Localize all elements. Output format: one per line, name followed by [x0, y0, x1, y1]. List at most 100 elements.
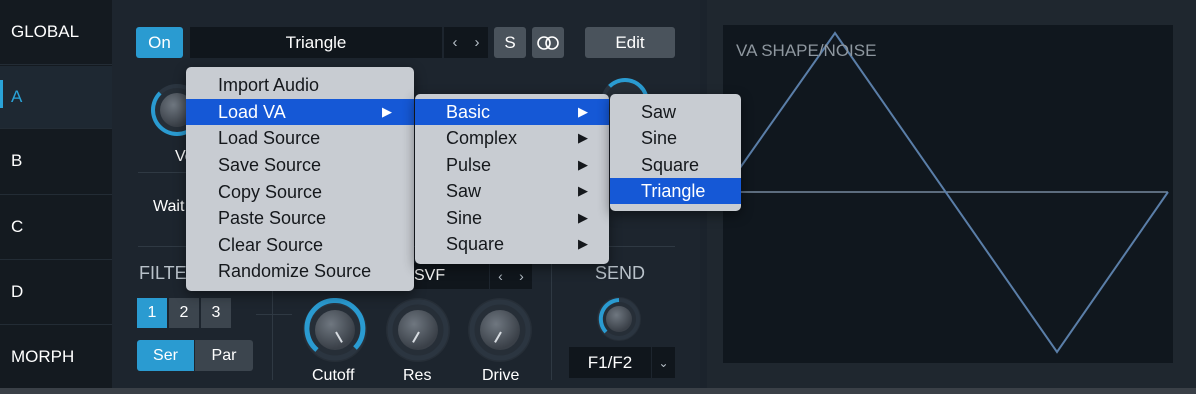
basic-submenu: Saw Sine Square Triangle	[610, 94, 741, 211]
filter-type-field[interactable]: SVF	[414, 263, 489, 289]
menu-item-label: Clear Source	[218, 234, 324, 255]
menu-item-square[interactable]: Square ▶	[415, 231, 609, 257]
menu-item-randomize-source[interactable]: Randomize Source	[186, 258, 414, 284]
sidebar-item-label: MORPH	[11, 347, 75, 366]
menu-item-label: Paste Source	[218, 207, 327, 228]
sidebar-item-c[interactable]: C	[0, 196, 112, 258]
on-button[interactable]: On	[136, 27, 183, 58]
submenu-arrow-icon: ▶	[578, 236, 588, 251]
menu-item-copy-source[interactable]: Copy Source	[186, 179, 414, 205]
menu-item-label: Triangle	[641, 180, 706, 201]
menu-item-paste-source[interactable]: Paste Source	[186, 205, 414, 231]
res-knob[interactable]	[386, 298, 450, 362]
divider	[138, 172, 188, 173]
linked-circles-icon	[537, 35, 559, 50]
cutoff-label: Cutoff	[312, 367, 355, 384]
waveform-graph	[723, 31, 1169, 354]
menu-item-load-source[interactable]: Load Source	[186, 125, 414, 151]
submenu-arrow-icon: ▶	[578, 157, 588, 172]
menu-item-label: Load VA	[218, 101, 286, 122]
menu-item-pulse[interactable]: Pulse ▶	[415, 152, 609, 178]
source-context-menu: Import Audio Load VA ▶ Load Source Save S…	[186, 67, 414, 291]
menu-item-basic-saw[interactable]: Saw	[610, 99, 741, 125]
drive-label: Drive	[482, 367, 520, 384]
divider	[0, 64, 112, 65]
menu-item-basic-sine[interactable]: Sine	[610, 125, 741, 151]
drive-knob[interactable]	[468, 298, 532, 362]
divider	[551, 262, 552, 380]
knob-cap	[480, 310, 520, 350]
edit-button[interactable]: Edit	[585, 27, 675, 58]
menu-item-sine[interactable]: Sine ▶	[415, 205, 609, 231]
divider	[0, 128, 112, 129]
send-target-field[interactable]: F1/F2	[569, 347, 651, 378]
menu-item-label: Complex	[446, 127, 518, 148]
menu-item-saw[interactable]: Saw ▶	[415, 178, 609, 204]
chevron-down-icon[interactable]: ⌄	[652, 347, 675, 378]
knob-cap	[398, 310, 438, 350]
filter-type-nav: ‹ ›	[490, 263, 532, 289]
solo-button[interactable]: S	[494, 27, 526, 58]
res-label: Res	[403, 367, 432, 384]
sidebar-item-d[interactable]: D	[0, 261, 112, 323]
display-title: VA SHAPE/NOISE	[736, 41, 877, 60]
menu-item-label: Sine	[446, 207, 483, 228]
source-name-field[interactable]: Triangle	[190, 27, 442, 58]
cutoff-knob[interactable]	[303, 298, 367, 362]
link-button[interactable]	[532, 27, 564, 58]
menu-item-load-va[interactable]: Load VA ▶	[186, 99, 414, 125]
divider	[0, 259, 112, 260]
sidebar-item-label: B	[11, 151, 23, 170]
prev-icon[interactable]: ‹	[498, 268, 503, 284]
bottom-bar	[0, 388, 1196, 394]
layer-sidebar: GLOBAL A B C D MORPH	[0, 0, 112, 394]
menu-item-label: Sine	[641, 127, 678, 148]
sidebar-item-global[interactable]: GLOBAL	[0, 0, 112, 64]
sidebar-item-label: A	[11, 87, 23, 106]
serial-routing-button[interactable]: Ser	[137, 340, 194, 371]
send-title: SEND	[595, 263, 646, 283]
sidebar-item-a[interactable]: A	[0, 66, 112, 128]
wait-label: Wait	[153, 198, 185, 215]
filter-title: FILTE	[139, 263, 187, 283]
sidebar-item-b[interactable]: B	[0, 130, 112, 192]
sidebar-item-label: C	[11, 217, 24, 236]
parallel-routing-button[interactable]: Par	[195, 340, 253, 371]
prev-icon[interactable]: ‹	[453, 34, 458, 51]
menu-item-label: Copy Source	[218, 181, 323, 202]
filter-1-button[interactable]: 1	[137, 298, 167, 328]
submenu-arrow-icon: ▶	[382, 104, 392, 119]
menu-item-label: Save Source	[218, 154, 322, 175]
menu-item-label: Square	[446, 233, 505, 254]
menu-item-label: Square	[641, 154, 700, 175]
menu-item-basic-triangle[interactable]: Triangle	[610, 178, 741, 204]
knob-cap	[315, 310, 355, 350]
menu-item-basic-square[interactable]: Square	[610, 152, 741, 178]
menu-item-label: Saw	[446, 180, 482, 201]
menu-item-save-source[interactable]: Save Source	[186, 152, 414, 178]
filter-2-button[interactable]: 2	[169, 298, 199, 328]
menu-item-import-audio[interactable]: Import Audio	[186, 72, 414, 98]
menu-item-clear-source[interactable]: Clear Source	[186, 232, 414, 258]
sidebar-item-morph[interactable]: MORPH	[0, 326, 112, 388]
filter-3-button[interactable]: 3	[201, 298, 231, 328]
load-va-submenu: Basic ▶ Complex ▶ Pulse ▶ Saw ▶ Sine ▶ Square…	[415, 94, 609, 264]
submenu-arrow-icon: ▶	[578, 183, 588, 198]
menu-item-complex[interactable]: Complex ▶	[415, 125, 609, 151]
menu-item-label: Load Source	[218, 127, 321, 148]
menu-item-label: Import Audio	[218, 74, 320, 95]
next-icon[interactable]: ›	[475, 34, 480, 51]
menu-item-label: Saw	[641, 101, 677, 122]
divider	[0, 194, 112, 195]
menu-item-basic[interactable]: Basic ▶	[415, 99, 609, 125]
menu-item-label: Basic	[446, 101, 491, 122]
sidebar-item-label: D	[11, 282, 24, 301]
source-nav: ‹ ›	[444, 27, 488, 58]
divider	[0, 324, 112, 325]
sidebar-item-label: GLOBAL	[11, 22, 80, 41]
next-icon[interactable]: ›	[519, 268, 524, 284]
send-knob[interactable]	[597, 297, 641, 341]
submenu-arrow-icon: ▶	[578, 130, 588, 145]
submenu-arrow-icon: ▶	[578, 210, 588, 225]
menu-item-label: Randomize Source	[218, 260, 372, 281]
